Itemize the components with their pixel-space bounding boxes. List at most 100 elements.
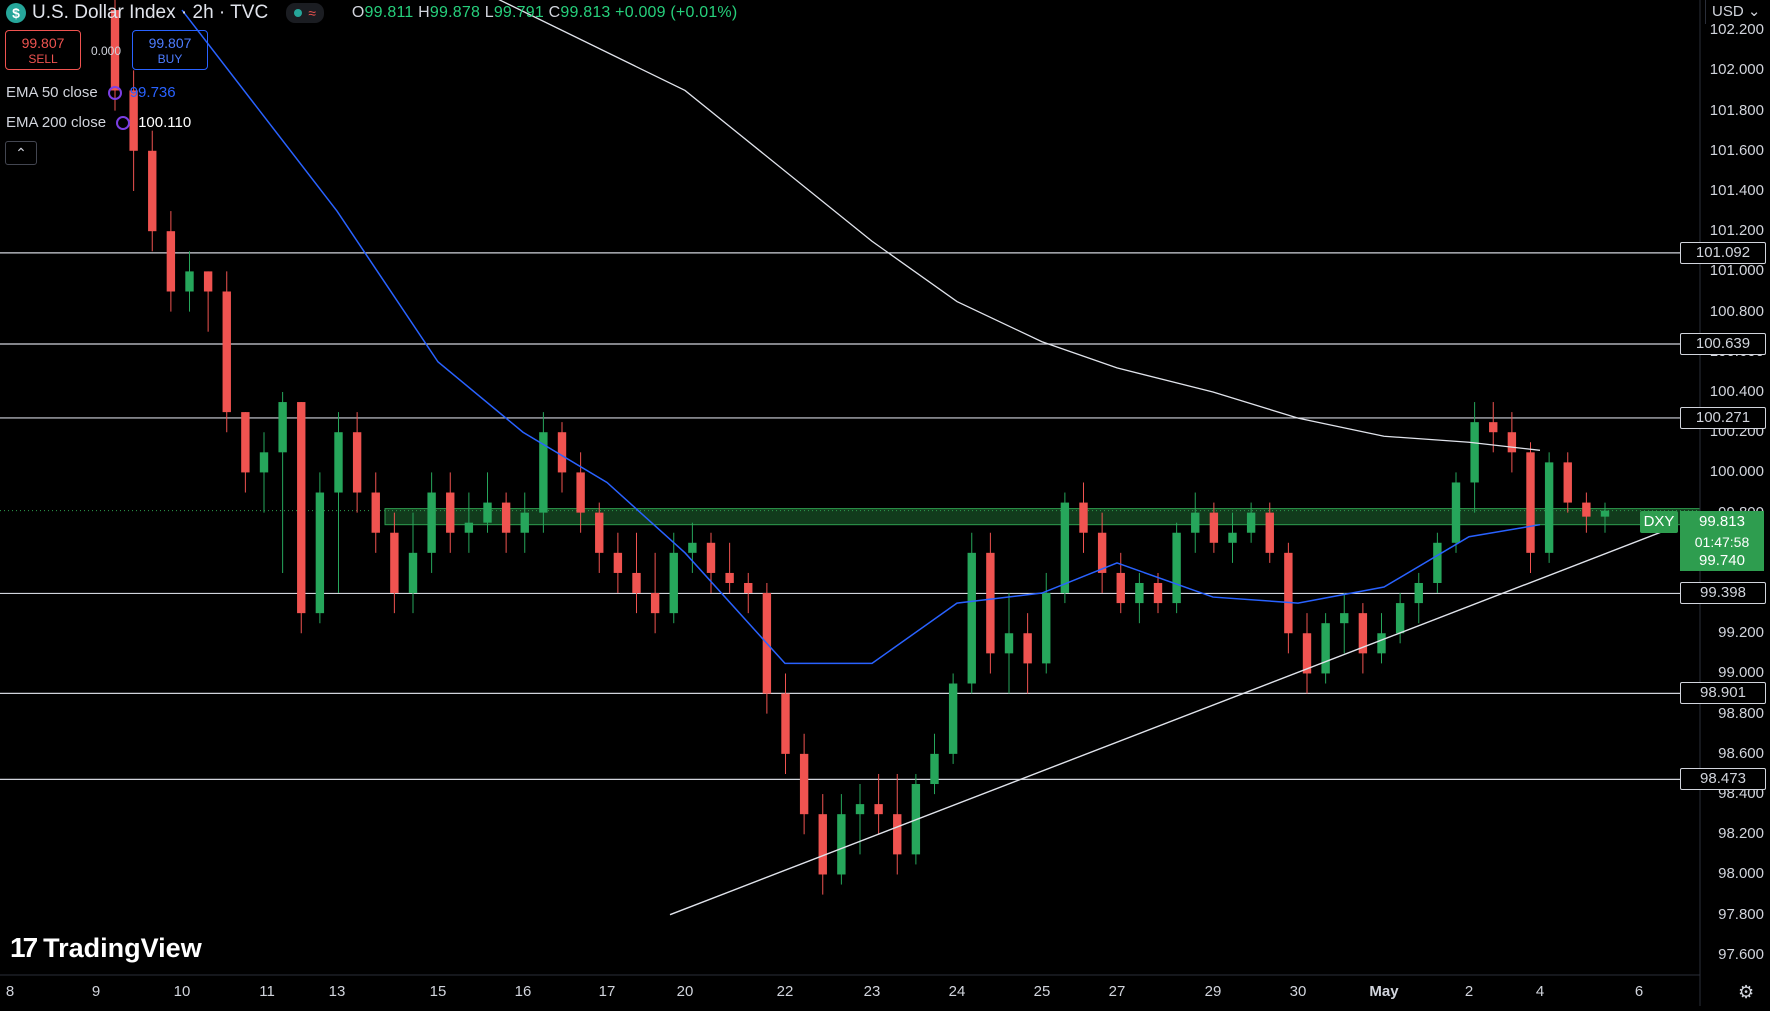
candle-body <box>334 432 343 493</box>
candle-body <box>390 532 399 594</box>
candle-body <box>818 814 827 875</box>
price-tick-label: 102.200 <box>1709 21 1764 39</box>
level-tag: 99.398 <box>1680 582 1766 605</box>
time-tick-label: 23 <box>863 983 881 1000</box>
time-tick-label: 30 <box>1289 983 1307 1000</box>
wave-icon: ≈ <box>308 5 316 21</box>
price-tick-label: 101.800 <box>1709 101 1764 119</box>
candle-body <box>1079 502 1088 533</box>
candle-body <box>744 582 753 594</box>
candle-body <box>520 512 529 533</box>
sell-button[interactable]: 99.807 SELL <box>5 30 81 70</box>
time-tick-label: 9 <box>91 983 101 1000</box>
high-label: H <box>418 4 430 21</box>
candle-body <box>1526 452 1535 553</box>
buy-button[interactable]: 99.807 BUY <box>132 30 208 70</box>
candle-body <box>595 512 604 553</box>
trendline[interactable] <box>669 528 1671 916</box>
price-tick-label: 98.600 <box>1718 744 1764 762</box>
market-status[interactable]: ≈ <box>286 3 324 23</box>
candle-body <box>1395 603 1405 634</box>
change-value: +0.009 (+0.01%) <box>615 4 738 21</box>
chart-area[interactable] <box>0 0 1770 1006</box>
time-tick-label: 15 <box>429 983 447 1000</box>
price-tick-label: 101.600 <box>1709 141 1764 159</box>
market-open-dot-icon <box>294 9 303 17</box>
symbol-tag: DXY <box>1640 511 1678 533</box>
currency-label: USD <box>1712 3 1744 20</box>
candle-body <box>1153 582 1163 604</box>
low-value: 99.791 <box>493 4 544 21</box>
time-tick-label: 20 <box>676 983 694 1000</box>
price-tick-label: 100.400 <box>1709 383 1764 400</box>
ema200-line <box>498 0 1541 451</box>
candle-body <box>1060 502 1070 594</box>
candle-body <box>725 572 734 583</box>
candle-body <box>1284 552 1293 634</box>
time-tick-label: 24 <box>948 983 966 1000</box>
candle-body <box>1414 582 1423 604</box>
ema200-value: 100.110 <box>138 114 192 131</box>
candle-body <box>501 502 511 533</box>
level-tag: 98.901 <box>1680 682 1766 705</box>
candle-body <box>576 472 585 513</box>
price-tick-label: 99.000 <box>1718 664 1764 682</box>
countdown-tag: 01:47:58 <box>1680 533 1764 551</box>
candle-body <box>650 593 660 614</box>
candle-body <box>278 402 287 453</box>
candle-body <box>1321 623 1330 674</box>
candle-body <box>446 492 455 533</box>
open-label: O <box>351 4 365 21</box>
candle-body <box>203 271 213 292</box>
time-tick-label: 2 <box>1464 983 1474 1000</box>
trendline-line <box>669 528 1671 916</box>
loading-icon <box>107 85 122 100</box>
candle-body <box>464 522 474 533</box>
candle-body <box>874 804 883 815</box>
ema50-value: 99.736 <box>129 84 176 101</box>
candle-body <box>632 572 641 594</box>
candle-body <box>1582 502 1591 517</box>
indicator-ema200[interactable]: EMA 200 close 100.110 <box>6 114 191 131</box>
candle-body <box>222 291 231 413</box>
sell-price: 99.807 <box>21 35 65 51</box>
high-value: 99.878 <box>429 4 481 21</box>
indicator-ema50[interactable]: EMA 50 close 99.736 <box>6 84 176 101</box>
candle-body <box>1489 422 1498 433</box>
open-value: 99.811 <box>364 4 414 21</box>
candle-body <box>408 552 418 594</box>
watermark-text: TradingView <box>43 932 202 963</box>
candle-body <box>1265 512 1274 553</box>
time-tick-label: May <box>1369 983 1399 1000</box>
candle-body <box>166 231 176 292</box>
ema50-line <box>181 9 1541 665</box>
loading-icon <box>116 115 131 130</box>
buy-price: 99.807 <box>148 35 192 51</box>
low-label: L <box>484 4 494 21</box>
close-value: 99.813 <box>560 4 611 21</box>
time-tick-label: 22 <box>776 983 794 1000</box>
candle-body <box>185 271 194 292</box>
candle-body <box>706 542 716 573</box>
candle-body <box>352 432 362 493</box>
candle-body <box>855 804 865 815</box>
time-tick-label: 25 <box>1033 983 1051 1000</box>
settings-gear-icon[interactable]: ⚙ <box>1738 982 1754 1003</box>
candle-body <box>241 412 250 473</box>
time-tick-label: 27 <box>1108 983 1126 1000</box>
price-tick-label: 98.000 <box>1718 865 1764 883</box>
support-zone <box>0 508 1701 526</box>
collapse-legend-button[interactable]: ⌃ <box>5 141 37 165</box>
ema200-label: EMA 200 close <box>6 114 107 131</box>
price-tick-label: 101.400 <box>1709 181 1764 199</box>
candle-body <box>1135 582 1144 604</box>
candle-body <box>799 753 809 815</box>
price-chart[interactable] <box>0 0 1770 1006</box>
candles <box>110 0 1610 895</box>
candle-body <box>930 753 939 785</box>
symbol-title[interactable]: U.S. Dollar Index · 2h · TVC <box>32 2 268 24</box>
candle-body <box>315 492 325 614</box>
candle-body <box>1600 510 1610 517</box>
candle-body <box>1209 512 1219 543</box>
current-price-tag: 99.813 <box>1680 511 1764 533</box>
